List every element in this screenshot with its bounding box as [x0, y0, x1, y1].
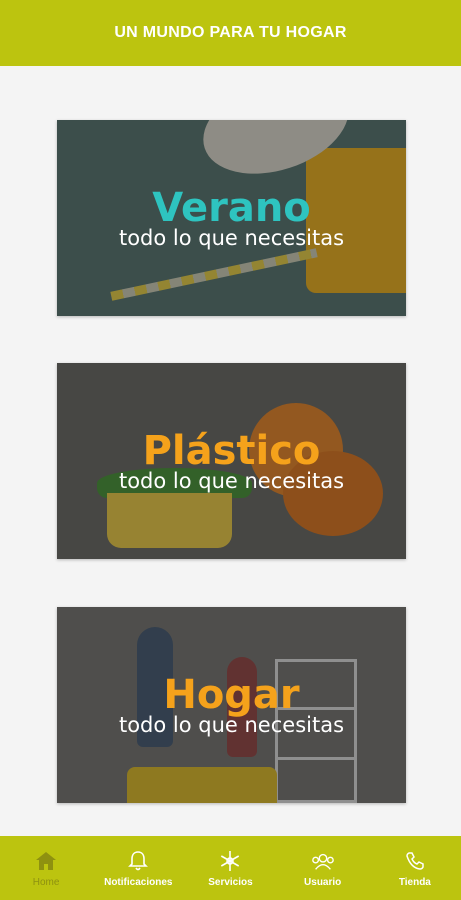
main-content[interactable]: Verano todo lo que necesitas Plástico to… — [0, 66, 461, 836]
nav-item-home[interactable]: Home — [1, 849, 91, 888]
category-card-plastico[interactable]: Plástico todo lo que necesitas — [57, 363, 406, 559]
nav-label: Servicios — [208, 876, 253, 888]
nav-item-servicios[interactable]: Servicios — [185, 849, 275, 888]
card-title: Hogar — [163, 672, 300, 718]
category-card-hogar[interactable]: Hogar todo lo que necesitas — [57, 607, 406, 803]
card-title: Verano — [152, 185, 311, 231]
nav-label: Tienda — [398, 876, 431, 888]
phone-icon — [403, 849, 427, 873]
app-title: UN MUNDO PARA TU HOGAR — [114, 24, 347, 41]
category-card-verano[interactable]: Verano todo lo que necesitas — [57, 120, 406, 316]
nav-label: Notificaciones — [104, 876, 173, 888]
app-header: UN MUNDO PARA TU HOGAR — [0, 0, 461, 66]
nav-item-usuario[interactable]: Usuario — [278, 849, 368, 888]
bell-icon — [126, 849, 150, 873]
users-icon — [311, 849, 335, 873]
card-title: Plástico — [142, 428, 321, 474]
nav-label: Home — [32, 876, 60, 888]
nav-item-tienda[interactable]: Tienda — [370, 849, 460, 888]
card-subtitle: todo lo que necesitas — [118, 469, 345, 493]
home-icon — [34, 849, 58, 873]
card-subtitle: todo lo que necesitas — [118, 713, 345, 737]
nav-item-notificaciones[interactable]: Notificaciones — [93, 849, 183, 888]
bottom-navigation: Home Notificaciones Servicios Usuario Ti… — [0, 836, 461, 900]
snowflake-icon — [218, 849, 242, 873]
card-subtitle: todo lo que necesitas — [118, 226, 345, 250]
nav-label: Usuario — [304, 876, 342, 888]
